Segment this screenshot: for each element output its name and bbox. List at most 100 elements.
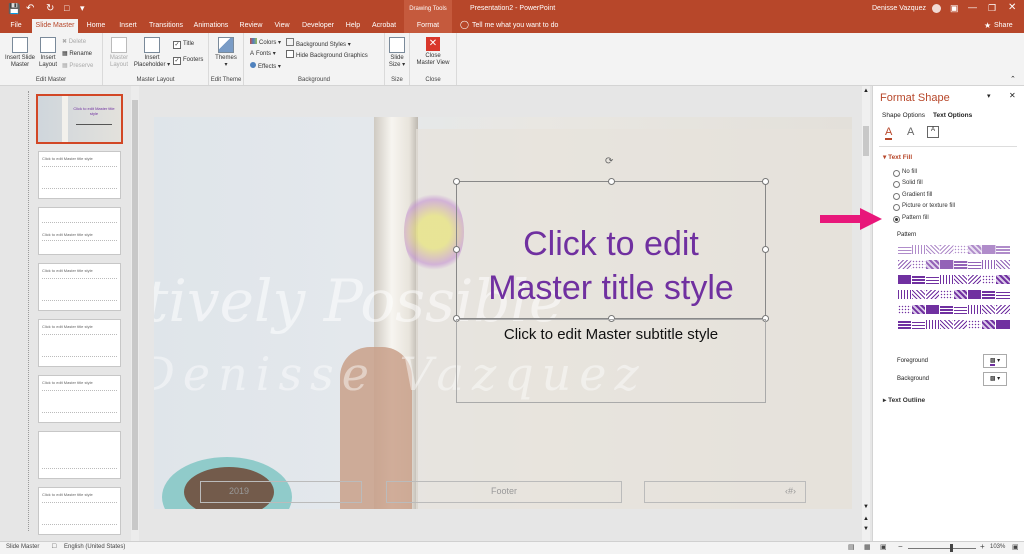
pattern-fill-label[interactable]: Pattern fill [902, 215, 929, 221]
slide-scrollbar[interactable]: ▲ ▼ ▲ ▼ [862, 86, 870, 541]
no-fill-label[interactable]: No fill [902, 169, 917, 175]
close-icon[interactable]: ✕ [1008, 2, 1016, 13]
tab-file[interactable]: File [4, 19, 28, 33]
slide-thumbnail[interactable]: Click to edit Master title style [38, 487, 121, 535]
slide-thumbnail[interactable] [38, 431, 121, 479]
pattern-swatch[interactable] [995, 304, 1011, 315]
ribbon-display-icon[interactable]: ▣ [950, 3, 959, 14]
pattern-swatch[interactable] [995, 319, 1011, 330]
zoom-level[interactable]: 103% [990, 544, 1005, 550]
scroll-down-icon[interactable]: ▼ [863, 504, 869, 510]
textbox-icon[interactable]: A [927, 126, 939, 138]
tab-format[interactable]: Format [404, 19, 452, 33]
delete-button[interactable]: ✖ Delete [62, 38, 86, 45]
effects-button[interactable]: Effects ▾ [250, 62, 281, 70]
text-fill-outline-icon[interactable]: A [885, 126, 893, 140]
solid-fill-label[interactable]: Solid fill [902, 180, 923, 186]
zoom-slider-thumb[interactable] [950, 544, 953, 552]
rename-button[interactable]: ▦ Rename [62, 50, 92, 57]
slide-canvas[interactable]: Creatively Possible by Denisse Vazquez ⟳… [154, 117, 852, 509]
slide-thumbnail-master[interactable]: Click to edit Master title style [36, 94, 123, 144]
master-layout-button[interactable]: Master Layout [106, 37, 132, 69]
pane-close-icon[interactable]: ✕ [1009, 91, 1016, 100]
spellcheck-icon[interactable]: □ [52, 543, 56, 550]
tab-shape-options[interactable]: Shape Options [882, 112, 925, 119]
gradient-fill-label[interactable]: Gradient fill [902, 192, 932, 198]
share-icon[interactable]: ★ [984, 21, 991, 30]
fit-slide-icon[interactable]: ▣ [1012, 543, 1019, 551]
slide-thumbnail[interactable]: Click to edit Master title style [38, 263, 121, 311]
tab-acrobat[interactable]: Acrobat [368, 19, 400, 33]
themes-button[interactable]: Themes ▾ [212, 37, 240, 69]
insert-layout-button[interactable]: Insert Layout [36, 37, 60, 69]
section-text-outline[interactable]: ▸ Text Outline [883, 396, 925, 404]
foreground-color-button[interactable]: ▩ ▾ [983, 354, 1007, 368]
zoom-slider[interactable] [908, 548, 976, 549]
text-effects-icon[interactable]: A [907, 126, 914, 138]
pattern-swatch[interactable] [995, 244, 1011, 255]
tab-view[interactable]: View [270, 19, 294, 33]
save-icon[interactable]: 💾 [8, 4, 20, 15]
collapse-ribbon-icon[interactable]: ⌃ [1010, 75, 1016, 83]
scroll-thumb[interactable] [132, 100, 138, 530]
zoom-in-icon[interactable]: + [980, 542, 985, 551]
pane-options-icon[interactable]: ▾ [987, 92, 991, 100]
slide-thumbnail[interactable]: Click to edit Master title style [38, 207, 121, 255]
redo-icon[interactable]: ↻ [46, 3, 54, 14]
gradient-fill-radio[interactable] [893, 193, 900, 200]
preserve-button[interactable]: ▦ Preserve [62, 62, 93, 69]
share-button[interactable]: Share [994, 22, 1013, 29]
restore-icon[interactable]: ❐ [988, 3, 996, 14]
slide-subtitle[interactable]: Click to edit Master subtitle style [457, 326, 765, 343]
solid-fill-radio[interactable] [893, 181, 900, 188]
status-language[interactable]: English (United States) [64, 544, 125, 550]
reading-view-icon[interactable]: ▣ [880, 543, 887, 551]
insert-slide-master-button[interactable]: Insert Slide Master [3, 37, 37, 69]
footer-placeholder[interactable]: Footer [386, 481, 622, 503]
colors-button[interactable]: Colors ▾ [250, 38, 281, 46]
tab-animations[interactable]: Animations [190, 19, 232, 33]
tab-review[interactable]: Review [236, 19, 266, 33]
minimize-icon[interactable]: — [968, 2, 977, 12]
pattern-fill-radio[interactable] [893, 216, 900, 223]
avatar[interactable] [932, 4, 941, 13]
date-placeholder[interactable]: 2019 [200, 481, 362, 503]
background-color-button[interactable]: ▩ ▾ [983, 372, 1007, 386]
thumbnail-scrollbar[interactable] [131, 86, 139, 541]
slide-thumbnail[interactable]: Click to edit Master title style [38, 375, 121, 423]
resize-handle[interactable] [762, 178, 769, 185]
customize-qat-icon[interactable]: ▾ [80, 3, 85, 14]
slide-title[interactable]: Click to edit Master title style [457, 222, 765, 310]
fonts-button[interactable]: A Fonts ▾ [250, 50, 276, 57]
user-name[interactable]: Denisse Vazquez [872, 5, 926, 12]
rotate-handle[interactable]: ⟳ [605, 156, 613, 167]
picture-fill-radio[interactable] [893, 204, 900, 211]
resize-handle[interactable] [608, 178, 615, 185]
zoom-out-icon[interactable]: − [898, 542, 903, 551]
tab-text-options[interactable]: Text Options [933, 112, 972, 119]
background-styles-button[interactable]: Background Styles ▾ [286, 38, 351, 48]
title-placeholder[interactable]: ⟳ Click to edit Master title style [453, 156, 769, 322]
undo-icon[interactable]: ↶ [26, 3, 34, 14]
tab-transitions[interactable]: Transitions [146, 19, 186, 33]
title-checkbox[interactable]: ✓ Title [173, 41, 194, 49]
tab-home[interactable]: Home [82, 19, 110, 33]
pattern-swatch[interactable] [995, 289, 1011, 300]
slide-thumbnail[interactable]: Click to edit Master title style [38, 319, 121, 367]
tab-insert[interactable]: Insert [113, 19, 143, 33]
pattern-swatch[interactable] [995, 259, 1011, 270]
insert-placeholder-button[interactable]: Insert Placeholder ▾ [133, 37, 171, 69]
scroll-up-icon[interactable]: ▲ [863, 88, 869, 94]
picture-fill-label[interactable]: Picture or texture fill [902, 203, 955, 209]
footers-checkbox[interactable]: ✓ Footers [173, 57, 203, 65]
prev-slide-icon[interactable]: ▲ [863, 516, 869, 522]
subtitle-placeholder[interactable]: Click to edit Master subtitle style [456, 319, 766, 403]
page-number-placeholder[interactable]: ‹#› [644, 481, 806, 503]
tell-me-search[interactable]: Tell me what you want to do [472, 22, 558, 29]
slide-size-button[interactable]: Slide Size ▾ [387, 37, 407, 69]
section-text-fill[interactable]: ▾ Text Fill [883, 153, 912, 161]
tab-developer[interactable]: Developer [298, 19, 338, 33]
tab-help[interactable]: Help [341, 19, 365, 33]
normal-view-icon[interactable]: ▤ [848, 543, 855, 551]
close-master-view-button[interactable]: ✕ Close Master View [413, 37, 453, 67]
